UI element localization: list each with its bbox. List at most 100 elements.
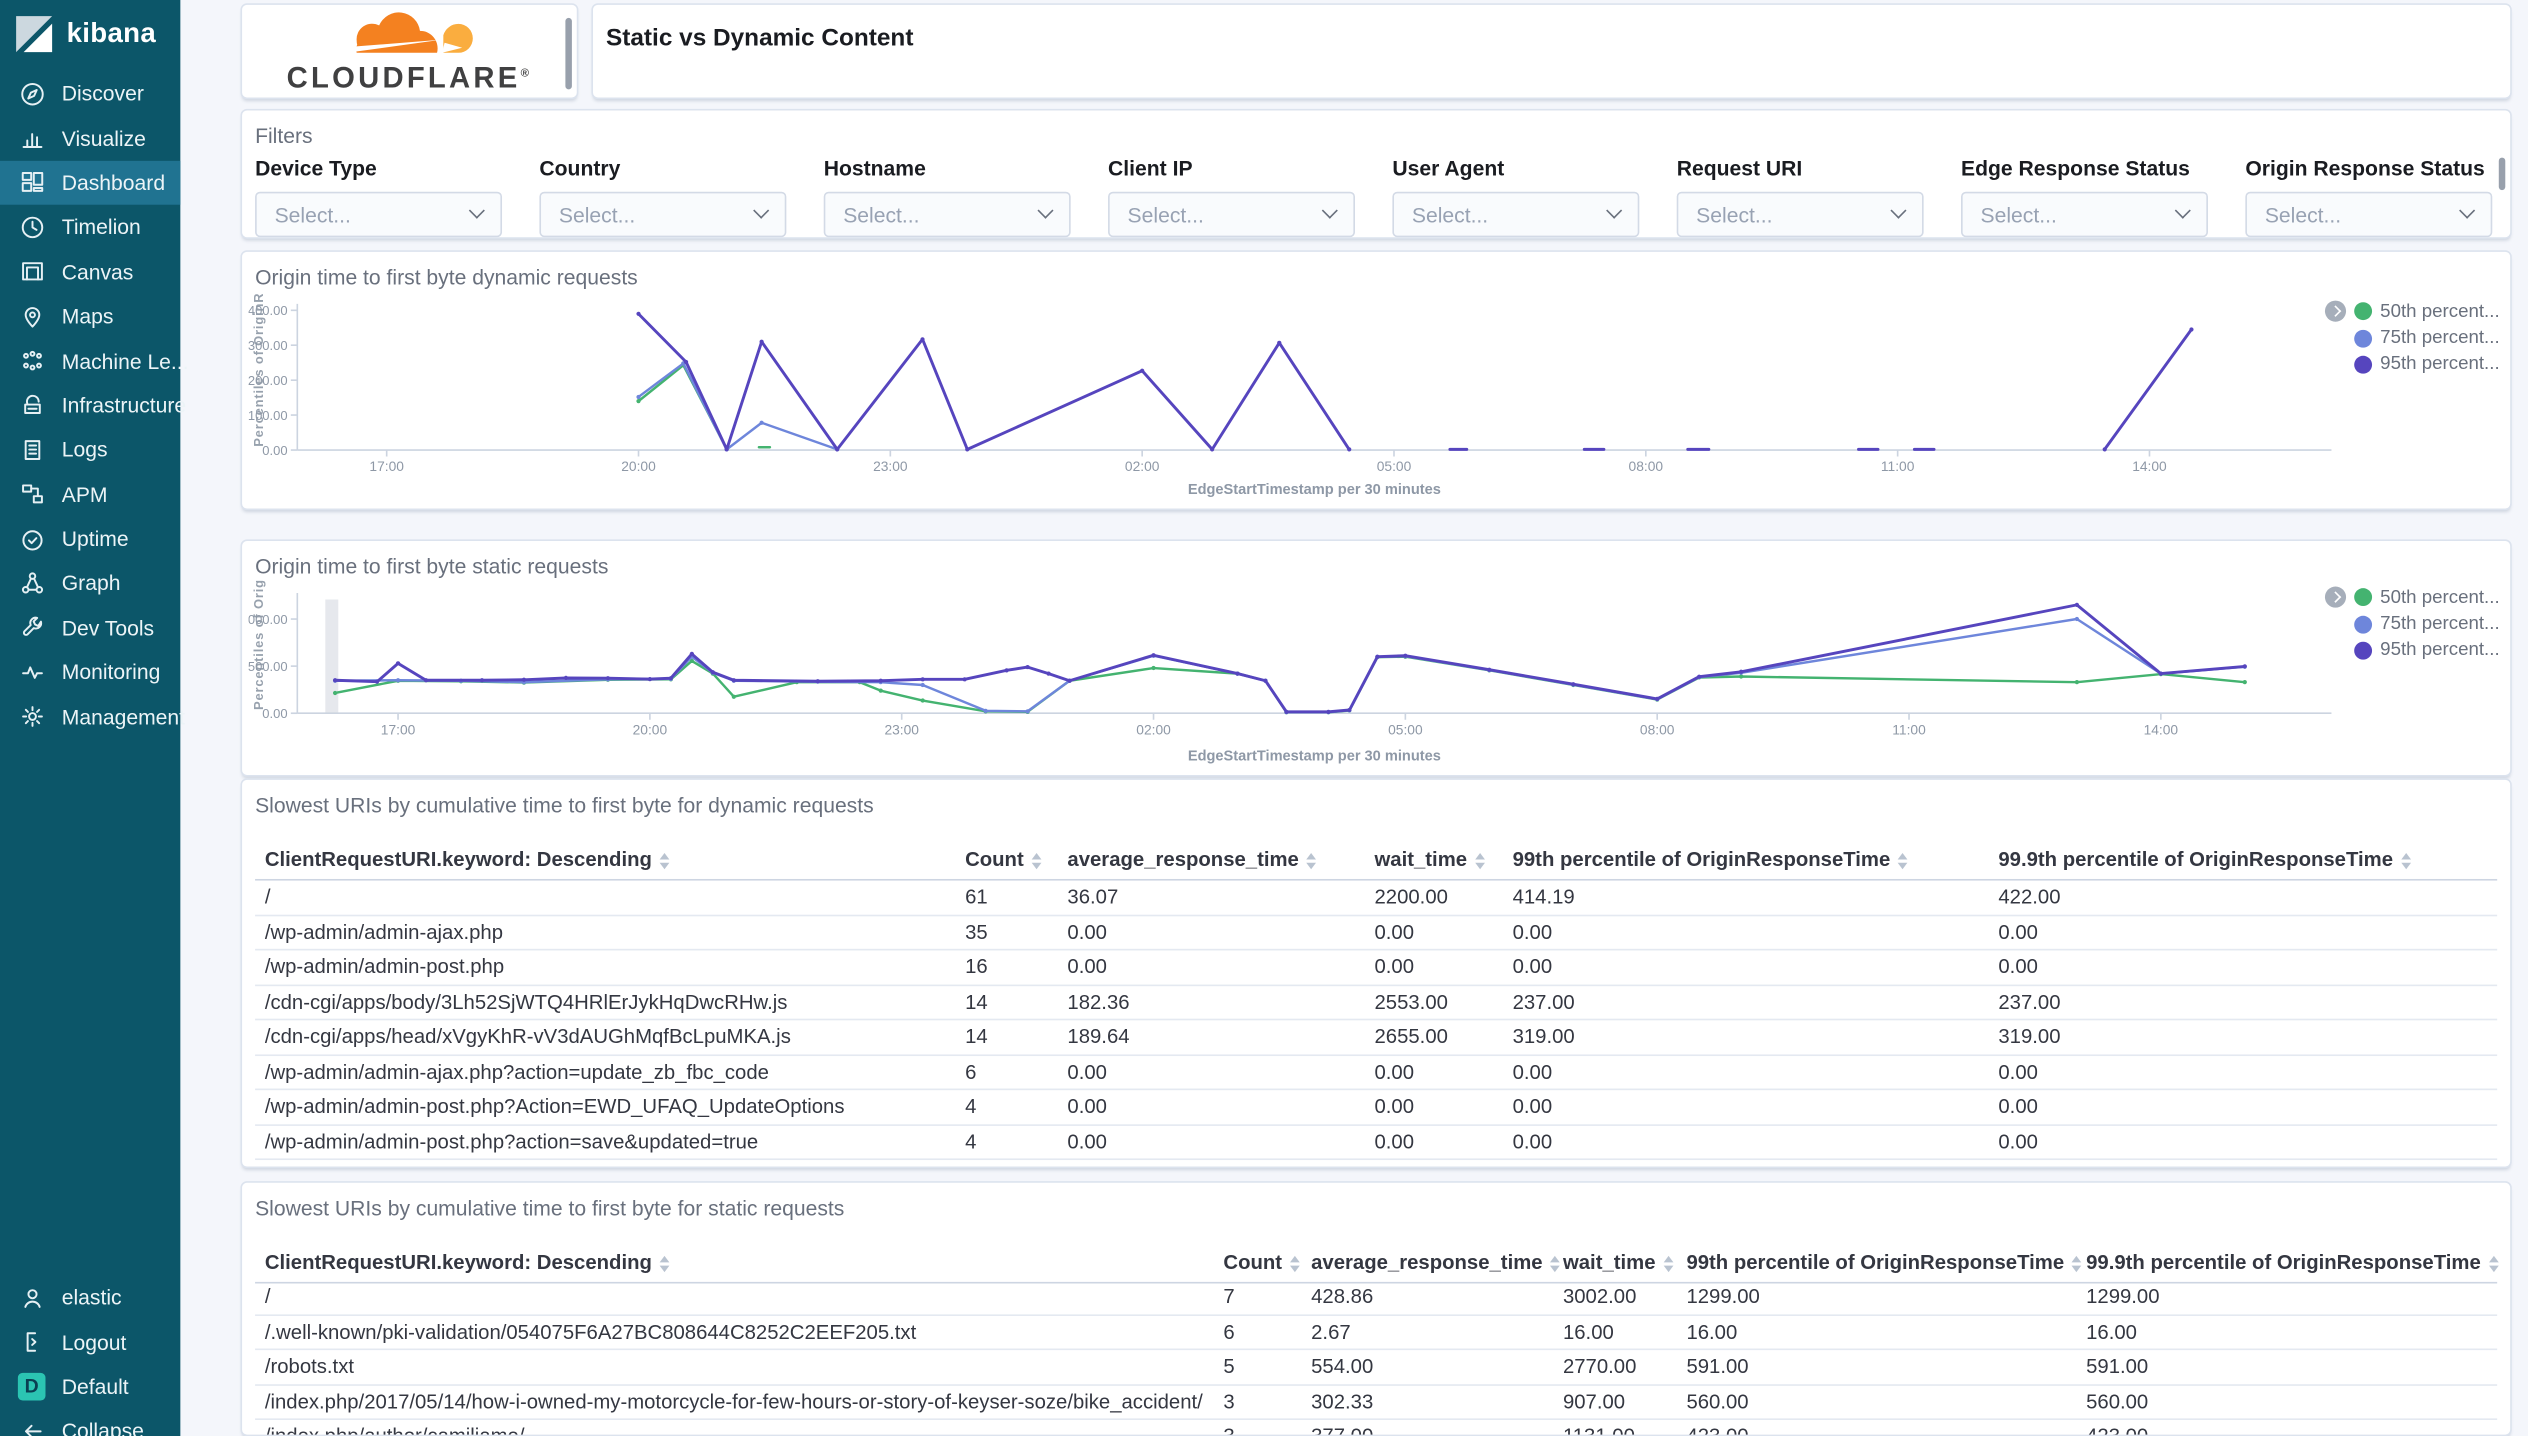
sidebar-item-label: Logs xyxy=(61,437,108,462)
canvas-icon xyxy=(19,259,45,285)
cloudflare-logo: CLOUDFLARE® xyxy=(242,5,577,98)
svg-text:14:00: 14:00 xyxy=(2132,459,2167,474)
sidebar-item-dashboard[interactable]: Dashboard xyxy=(0,160,181,205)
uri-cell: /cdn-cgi/apps/head/xVgyKhR-vV3dAUGhMqfBc… xyxy=(264,1025,791,1048)
sort-icon xyxy=(660,852,670,869)
page-title: Static vs Dynamic Content xyxy=(606,24,914,52)
chevron-down-icon xyxy=(1037,201,1054,218)
filter-select-country[interactable]: Select... xyxy=(539,191,787,238)
legend-expand-icon[interactable] xyxy=(2324,300,2347,322)
sidebar-item-elastic[interactable]: elastic xyxy=(0,1275,180,1320)
sidebar-item-graph[interactable]: Graph xyxy=(0,561,180,606)
panel-scrollbar[interactable] xyxy=(565,17,572,90)
value-cell: 6 xyxy=(965,1060,977,1083)
panel-scrollbar[interactable] xyxy=(2498,157,2506,191)
value-cell: 3002.00 xyxy=(1562,1285,1637,1308)
svg-text:0.00: 0.00 xyxy=(262,443,287,458)
kibana-logo-text: kibana xyxy=(66,17,157,49)
sidebar-item-visualize[interactable]: Visualize xyxy=(0,116,180,161)
column-header-wait-time[interactable]: wait_time xyxy=(1374,838,1485,880)
legend-color-dot xyxy=(2354,640,2373,659)
legend-item-75th-percent[interactable]: 75th percent... xyxy=(2325,328,2507,348)
value-cell: 0.00 xyxy=(1067,920,1107,944)
kibana-logo[interactable]: kibana xyxy=(0,0,180,68)
legend-expand-icon[interactable] xyxy=(2324,586,2347,608)
legend-item-95th-percent[interactable]: 95th percent... xyxy=(2325,640,2507,660)
sort-icon xyxy=(2072,1255,2083,1272)
table-title: Slowest URIs by cumulative time to first… xyxy=(255,792,874,818)
sidebar-item-logs[interactable]: Logs xyxy=(0,427,180,472)
value-cell: 414.19 xyxy=(1512,885,1575,909)
value-cell: 36.07 xyxy=(1067,885,1119,909)
sidebar-item-canvas[interactable]: Canvas xyxy=(0,249,180,294)
sidebar-item-collapse[interactable]: Collapse xyxy=(0,1409,180,1436)
filter-select-client-ip[interactable]: Select... xyxy=(1108,191,1355,238)
sidebar-item-machine-le[interactable]: Machine Le... xyxy=(0,338,189,383)
legend-label: 95th percent... xyxy=(2380,640,2500,660)
maps-icon xyxy=(19,303,45,329)
sidebar-item-dev-tools[interactable]: Dev Tools xyxy=(0,606,180,651)
filter-select-request-uri[interactable]: Select... xyxy=(1676,191,1924,238)
filter-select-origin-response-status[interactable]: Select... xyxy=(2245,191,2493,238)
sidebar-item-label: Uptime xyxy=(61,526,129,551)
column-header-count[interactable]: Count xyxy=(965,838,1042,880)
legend-label: 50th percent... xyxy=(2380,587,2500,607)
sort-icon xyxy=(2488,1255,2499,1272)
sidebar-item-discover[interactable]: Discover xyxy=(0,71,180,116)
svg-text:02:00: 02:00 xyxy=(1125,459,1160,474)
filter-edge-response-status: Edge Response Status Select... xyxy=(1961,156,2208,238)
filter-label: Client IP xyxy=(1108,155,1193,181)
legend-label: 75th percent... xyxy=(2380,328,2500,348)
sidebar-item-uptime[interactable]: Uptime xyxy=(0,517,180,562)
uri-cell: /index.php/2017/05/14/how-i-owned-my-mot… xyxy=(264,1389,1203,1413)
devtools-icon xyxy=(19,615,45,641)
column-header-99-9th-percentile-of-originresponsetime[interactable]: 99.9th percentile of OriginResponseTime xyxy=(1998,838,2411,880)
sidebar-item-maps[interactable]: Maps xyxy=(0,294,180,339)
legend-item-75th-percent[interactable]: 75th percent... xyxy=(2325,614,2507,634)
sidebar-item-timelion[interactable]: Timelion xyxy=(0,205,180,250)
ml-icon xyxy=(19,348,45,374)
value-cell: 0.00 xyxy=(1512,1060,1553,1083)
table-row: /wp-admin/admin-post.php?action=save&upd… xyxy=(255,1125,2498,1161)
column-header-99th-percentile-of-originresponsetime[interactable]: 99th percentile of OriginResponseTime xyxy=(1513,838,1909,880)
dashboard-icon xyxy=(19,170,45,196)
column-header-99th-percentile-of-originresponsetime[interactable]: 99th percentile of OriginResponseTime xyxy=(1686,1241,2083,1283)
filter-select-device-type[interactable]: Select... xyxy=(255,191,503,238)
static-ttfb-line-chart: Percentiles of OriginResponse0.00 500.00 1… xyxy=(249,580,2332,764)
column-header-average-response-time[interactable]: average_response_time xyxy=(1067,838,1317,880)
column-header-clientrequesturi-keyword-descending[interactable]: ClientRequestURI.keyword: Descending xyxy=(265,838,670,880)
chart-dynamic-ttfb-panel: Origin time to first byte dynamic reques… xyxy=(240,250,2512,511)
sidebar-item-management[interactable]: Management xyxy=(0,695,185,740)
filter-label: Origin Response Status xyxy=(2245,155,2485,181)
sidebar-item-label: Management xyxy=(61,704,186,729)
svg-text:500.00: 500.00 xyxy=(249,659,288,674)
sidebar-item-default[interactable]: D Default xyxy=(0,1364,180,1409)
filter-select-hostname[interactable]: Select... xyxy=(823,191,1071,238)
table-row: /wp-admin/admin-post.php?Action=EWD_UFAQ… xyxy=(255,1090,2498,1126)
column-header-label: wait_time xyxy=(1374,848,1468,871)
column-header-label: 99th percentile of OriginResponseTime xyxy=(1512,848,1891,871)
column-header-wait-time[interactable]: wait_time xyxy=(1563,1241,1674,1283)
column-header-clientrequesturi-keyword-descending[interactable]: ClientRequestURI.keyword: Descending xyxy=(265,1241,670,1283)
legend-item-95th-percent[interactable]: 95th percent... xyxy=(2325,354,2507,374)
value-cell: 2655.00 xyxy=(1374,1025,1448,1048)
value-cell: 3 xyxy=(1223,1420,1234,1435)
value-cell: 0.00 xyxy=(1998,1060,2038,1083)
filter-label: Hostname xyxy=(823,155,926,181)
uri-cell: /wp-admin/admin-ajax.php xyxy=(264,920,504,944)
sidebar-item-logout[interactable]: Logout xyxy=(0,1320,180,1365)
sidebar-item-apm[interactable]: APM xyxy=(0,472,180,517)
table-row: /.well-known/pki-validation/054075F6A27B… xyxy=(255,1315,2498,1351)
filter-select-user-agent[interactable]: Select... xyxy=(1392,191,1640,238)
sidebar-item-monitoring[interactable]: Monitoring xyxy=(0,650,180,695)
sidebar-item-infrastructure[interactable]: Infrastructure xyxy=(0,383,186,428)
column-header-99-9th-percentile-of-originresponsetime[interactable]: 99.9th percentile of OriginResponseTime xyxy=(2086,1241,2499,1283)
select-placeholder: Select... xyxy=(1696,202,1773,227)
column-header-count[interactable]: Count xyxy=(1223,1241,1300,1283)
filter-select-edge-response-status[interactable]: Select... xyxy=(1961,191,2208,238)
legend-item-50th-percent[interactable]: 50th percent... xyxy=(2324,586,2507,608)
chevron-down-icon xyxy=(1321,201,1338,218)
sidebar-item-label: Default xyxy=(61,1374,129,1399)
column-header-average-response-time[interactable]: average_response_time xyxy=(1311,1241,1561,1283)
legend-item-50th-percent[interactable]: 50th percent... xyxy=(2324,300,2507,322)
